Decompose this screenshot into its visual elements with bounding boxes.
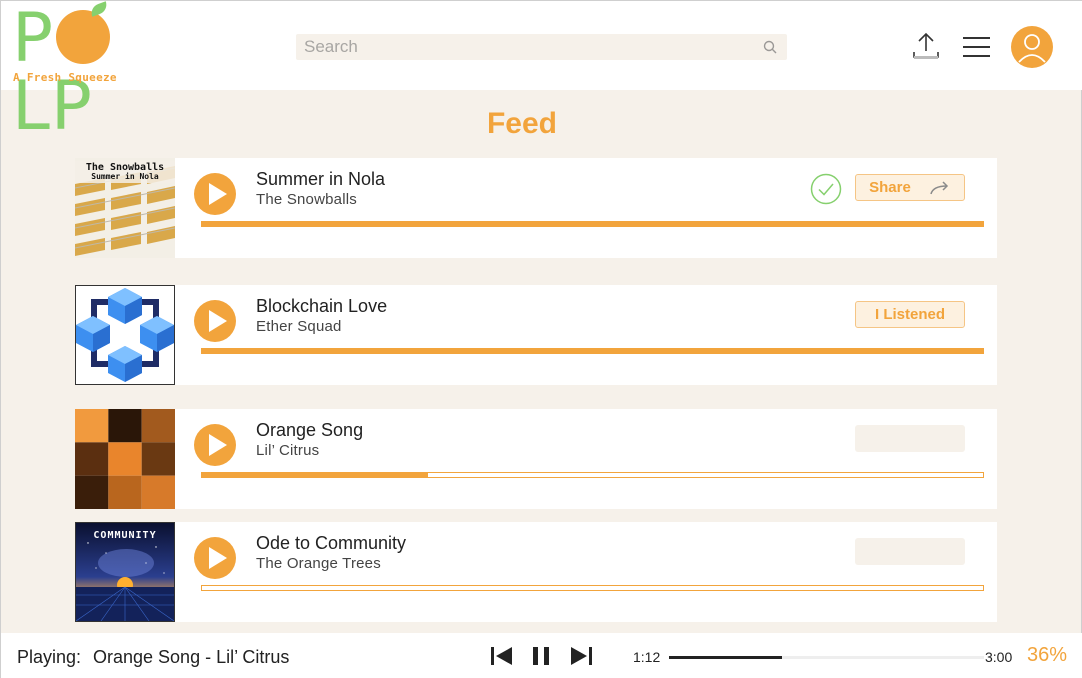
feed-item: Orange Song Lil’ Citrus	[75, 409, 997, 509]
i-listened-button[interactable]: I Listened	[855, 301, 965, 328]
song-title: Ode to Community	[256, 533, 407, 553]
cover-subtext: Summer in Nola	[91, 172, 159, 181]
play-button[interactable]	[194, 424, 236, 466]
i-listened-button-label: I Listened	[874, 306, 945, 323]
play-button[interactable]	[194, 537, 236, 579]
search-bar[interactable]	[296, 34, 787, 60]
share-button-label: Share	[869, 179, 911, 196]
song-artist: The Snowballs	[256, 191, 357, 208]
song-progress-bar[interactable]	[201, 348, 984, 354]
feed-title: Feed	[486, 107, 558, 140]
feed-item: The Snowballs Summer in Nola Summer in N…	[75, 158, 997, 258]
play-icon	[209, 183, 227, 205]
user-avatar-icon[interactable]	[1011, 26, 1053, 68]
album-cover[interactable]	[75, 409, 175, 509]
song-artist: The Orange Trees	[256, 555, 381, 572]
play-button[interactable]	[194, 173, 236, 215]
polp-logo[interactable]: P LP A Fresh Squeeze	[12, 1, 192, 141]
album-cover[interactable]	[75, 285, 175, 385]
song-progress-fill	[202, 222, 983, 226]
search-icon[interactable]	[763, 40, 777, 54]
action-button-placeholder	[855, 425, 965, 452]
song-progress-bar[interactable]	[201, 472, 984, 478]
share-button[interactable]: Share	[855, 174, 965, 201]
logo-tagline: A Fresh Squeeze	[13, 71, 117, 84]
play-icon	[209, 547, 227, 569]
song-artist: Ether Squad	[256, 318, 342, 335]
song-title: Summer in Nola	[256, 169, 386, 189]
song-title: Orange Song	[256, 420, 364, 440]
skip-previous-icon[interactable]	[490, 645, 514, 667]
check-circle-icon	[810, 173, 842, 205]
album-cover[interactable]: COMMUNITY	[75, 522, 175, 622]
search-input[interactable]	[296, 34, 756, 60]
song-title: Blockchain Love	[256, 296, 388, 316]
total-duration: 3:00	[985, 649, 1013, 665]
upload-icon[interactable]	[911, 31, 941, 61]
orange-logo-icon	[56, 1, 111, 64]
skip-next-icon[interactable]	[569, 645, 593, 667]
header: P LP A Fresh Squeeze	[1, 1, 1082, 141]
playing-label: Playing:	[17, 647, 82, 667]
feed-item: COMMUNITY Ode to Community The Orange Tr…	[75, 522, 997, 622]
song-artist: Lil’ Citrus	[256, 442, 320, 459]
song-progress-bar[interactable]	[201, 221, 984, 227]
hamburger-menu-icon[interactable]	[963, 36, 991, 58]
song-progress-bar[interactable]	[201, 585, 984, 591]
play-icon	[209, 310, 227, 332]
song-progress-fill	[202, 349, 983, 353]
cover-text: COMMUNITY	[93, 530, 157, 541]
player-bar: Playing: Orange Song - Lil’ Citrus 1:12 …	[1, 633, 1082, 678]
pause-icon[interactable]	[532, 645, 552, 667]
action-button-placeholder	[855, 538, 965, 565]
song-progress-fill	[202, 473, 429, 477]
album-cover[interactable]: The Snowballs Summer in Nola	[75, 158, 175, 258]
elapsed-time: 1:12	[633, 649, 661, 665]
now-playing-track: Orange Song - Lil’ Citrus	[93, 647, 290, 667]
share-arrow-icon	[930, 180, 948, 194]
seek-fill	[669, 656, 783, 659]
seek-bar[interactable]	[669, 656, 984, 659]
play-button[interactable]	[194, 300, 236, 342]
play-icon	[209, 434, 227, 456]
feed-item: Blockchain Love Ether Squad I Listened	[75, 285, 997, 385]
progress-percent: 36%	[1027, 644, 1068, 666]
